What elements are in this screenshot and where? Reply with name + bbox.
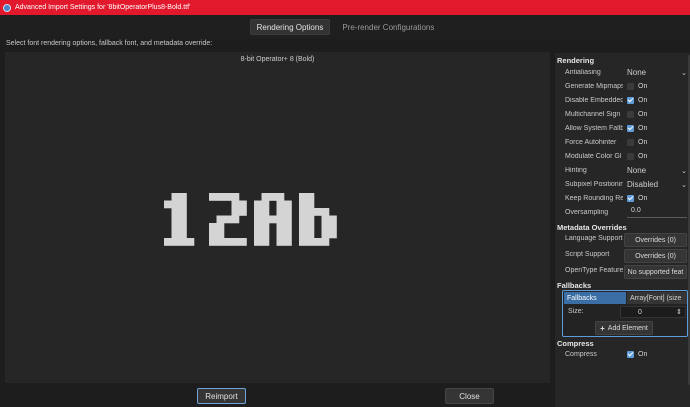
- generate-mipmaps-checkbox[interactable]: On: [627, 83, 647, 90]
- tab-bar: Rendering Options Pre-render Configurati…: [0, 15, 690, 39]
- section-rendering-header[interactable]: Rendering: [557, 56, 594, 65]
- array-size-spinbox[interactable]: 0 ⇕: [620, 306, 686, 318]
- app-icon: [3, 3, 11, 12]
- compress-checkbox[interactable]: On: [627, 351, 647, 358]
- language-support-label: Language Support: [565, 235, 623, 242]
- preview-sample-glyphs: [164, 193, 337, 246]
- keep-rounding-checkbox[interactable]: On: [627, 195, 647, 202]
- section-fallbacks-header[interactable]: Fallbacks: [557, 281, 591, 290]
- section-compress-header[interactable]: Compress: [557, 339, 594, 348]
- close-button[interactable]: Close: [445, 388, 494, 404]
- compress-label: Compress: [565, 351, 597, 358]
- hinting-dropdown[interactable]: None ⌄: [627, 165, 687, 176]
- modulate-color-glyphs-label: Modulate Color Gl: [565, 153, 622, 160]
- subpixel-positioning-value: Disabled: [627, 180, 659, 189]
- preview-glyph-A: [254, 193, 292, 246]
- checkbox-checked-icon: [627, 351, 634, 358]
- fallbacks-label[interactable]: Fallbacks: [564, 292, 626, 304]
- antialiasing-dropdown[interactable]: None ⌄: [627, 67, 687, 78]
- add-element-button[interactable]: + Add Element: [595, 321, 653, 335]
- chevron-down-icon: ⌄: [681, 69, 687, 77]
- language-support-button[interactable]: Overrides (0): [624, 233, 687, 247]
- title-bar: Advanced Import Settings for '8bitOperat…: [0, 0, 690, 15]
- array-size-value: 0: [638, 308, 642, 316]
- opentype-features-button[interactable]: No supported feat: [624, 265, 687, 279]
- chevron-down-icon: ⌄: [681, 181, 687, 189]
- subpixel-positioning-label: Subpixel Positionin: [565, 181, 623, 188]
- instruction-text: Select font rendering options, fallback …: [6, 40, 213, 47]
- antialiasing-label: Antialiasing: [565, 69, 601, 76]
- tab-rendering-options[interactable]: Rendering Options: [249, 19, 331, 35]
- plus-icon: +: [600, 323, 605, 333]
- checkbox-text: On: [638, 111, 648, 118]
- checkbox-text: On: [638, 139, 648, 146]
- oversampling-label: Oversampling: [565, 209, 609, 216]
- checkbox-unchecked-icon: [627, 111, 634, 118]
- multichannel-checkbox[interactable]: On: [627, 111, 647, 118]
- fallbacks-array-value[interactable]: Array[Font] (size: [627, 292, 687, 304]
- fallbacks-array-editor: Fallbacks Array[Font] (size Size: 0 ⇕ + …: [562, 290, 688, 337]
- antialiasing-value: None: [627, 68, 647, 77]
- checkbox-text: On: [638, 125, 648, 132]
- font-preview-panel: 8-bit Operator+ 8 (Bold): [5, 52, 550, 383]
- checkbox-text: On: [638, 153, 648, 160]
- checkbox-text: On: [638, 351, 648, 358]
- disable-embedded-checkbox[interactable]: On: [627, 97, 647, 104]
- script-support-button[interactable]: Overrides (0): [624, 249, 687, 263]
- checkbox-checked-icon: [627, 125, 634, 132]
- checkbox-checked-icon: [627, 97, 634, 104]
- preview-glyph-b: [299, 193, 337, 246]
- script-support-label: Script Support: [565, 251, 610, 258]
- allow-system-fallback-label: Allow System Fallb: [565, 125, 623, 132]
- checkbox-checked-icon: [627, 195, 634, 202]
- force-autohinter-checkbox[interactable]: On: [627, 139, 647, 146]
- disable-embedded-label: Disable Embedded: [565, 97, 623, 104]
- checkbox-unchecked-icon: [627, 83, 634, 90]
- keep-rounding-label: Keep Rounding Re: [565, 195, 623, 202]
- checkbox-text: On: [638, 83, 648, 90]
- preview-glyph-2: [209, 193, 247, 246]
- add-element-label: Add Element: [607, 324, 648, 332]
- checkbox-unchecked-icon: [627, 153, 634, 160]
- inspector-panel: Rendering Antialiasing None ⌄ Generate M…: [554, 53, 690, 407]
- hinting-label: Hinting: [565, 167, 587, 174]
- allow-system-fallback-checkbox[interactable]: On: [627, 125, 647, 132]
- opentype-features-label: OpenType Feature: [565, 267, 623, 274]
- subpixel-positioning-dropdown[interactable]: Disabled ⌄: [627, 179, 687, 190]
- modulate-color-glyphs-checkbox[interactable]: On: [627, 153, 647, 160]
- oversampling-field[interactable]: 0.0: [627, 207, 687, 218]
- spinner-arrows-icon[interactable]: ⇕: [676, 308, 682, 316]
- array-size-label: Size:: [568, 308, 584, 315]
- checkbox-text: On: [638, 97, 648, 104]
- checkbox-text: On: [638, 195, 648, 202]
- preview-glyph-1: [164, 193, 195, 246]
- hinting-value: None: [627, 166, 647, 175]
- window-title: Advanced Import Settings for '8bitOperat…: [15, 4, 191, 11]
- force-autohinter-label: Force Autohinter: [565, 139, 617, 146]
- generate-mipmaps-label: Generate Mipmaps: [565, 83, 623, 90]
- checkbox-unchecked-icon: [627, 139, 634, 146]
- reimport-button[interactable]: Reimport: [197, 388, 246, 404]
- section-metadata-header[interactable]: Metadata Overrides: [557, 223, 627, 232]
- tab-pre-render-configurations[interactable]: Pre-render Configurations: [336, 19, 440, 35]
- multichannel-label: Multichannel Sign: [565, 111, 621, 118]
- chevron-down-icon: ⌄: [681, 167, 687, 175]
